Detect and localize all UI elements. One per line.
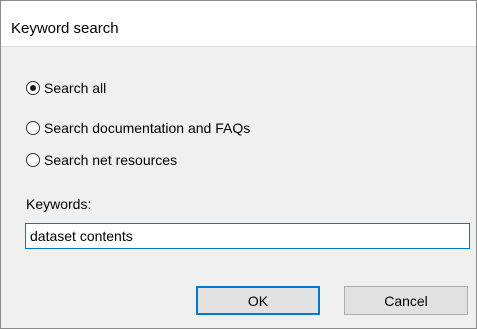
keywords-label: Keywords: — [26, 196, 92, 212]
cancel-button[interactable]: Cancel — [344, 286, 468, 315]
radio-label-search-all: Search all — [44, 80, 107, 96]
ok-button[interactable]: OK — [196, 286, 320, 315]
radio-label-search-documentation: Search documentation and FAQs — [44, 120, 251, 136]
radio-search-net-resources[interactable]: Search net resources — [26, 150, 177, 170]
title-bar[interactable]: Keyword search — [1, 1, 476, 47]
radio-search-documentation[interactable]: Search documentation and FAQs — [26, 118, 250, 138]
dialog-title: Keyword search — [11, 20, 119, 37]
radio-unselected-icon[interactable] — [26, 121, 40, 135]
keyword-search-dialog: Keyword search Search all Search documen… — [0, 0, 477, 329]
radio-selected-icon[interactable] — [26, 81, 40, 95]
keywords-input[interactable] — [25, 223, 470, 249]
radio-unselected-icon[interactable] — [26, 153, 40, 167]
radio-search-all[interactable]: Search all — [26, 78, 106, 98]
radio-label-search-net-resources: Search net resources — [44, 152, 178, 168]
